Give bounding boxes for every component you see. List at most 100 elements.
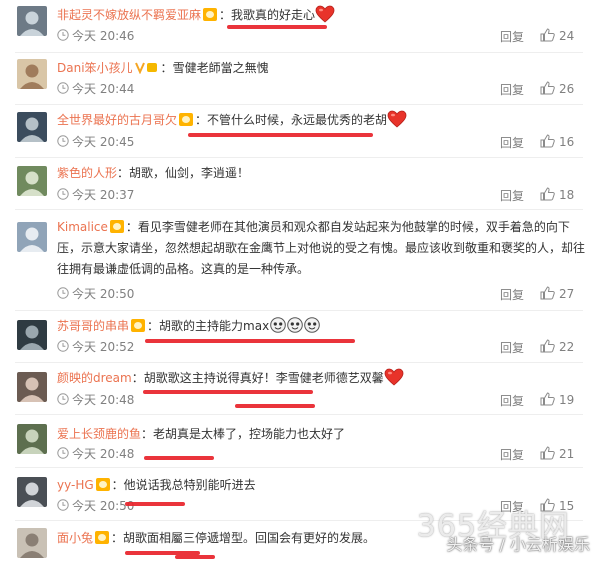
like-button[interactable]: 21 [540,446,574,461]
avatar[interactable] [17,166,47,196]
comment-text: 胡歌的主持能力max [159,319,270,333]
reply-button[interactable]: 回复 [500,134,524,151]
username-link[interactable]: Kimalice [57,220,108,234]
avatar[interactable] [17,528,47,558]
comment-line: yy-HG ：他说话我总特别能听进去 [57,475,586,495]
reply-button[interactable]: 回复 [500,498,524,515]
like-count: 27 [559,287,575,301]
thumbs-up-icon [540,28,555,42]
thumbs-up-icon [540,81,555,95]
username-link[interactable]: 爱上长颈鹿的鱼 [57,427,141,441]
colon-separator: ： [125,220,138,234]
comment-meta: 今天 20:52 [57,339,134,355]
colon-separator: ： [195,113,208,127]
thumbs-up-icon [540,498,555,512]
comment-text: 老胡真是太棒了，控场能力也太好了 [153,427,346,441]
avatar[interactable] [17,222,47,252]
clock-icon [57,447,69,459]
vip-badge-icon[interactable] [203,8,218,21]
comment-text: 雪健老師當之無愧 [172,61,269,75]
thumbs-up-icon [540,286,555,300]
vip-badge-icon[interactable] [95,478,110,491]
username-link[interactable]: Dani笨小孩儿 [57,61,133,75]
comment-text: 胡歌面相屬三停遞增型。回国会有更好的发展。 [123,531,376,545]
reply-button[interactable]: 回复 [500,28,524,45]
like-count: 26 [559,82,575,96]
vip-badge-icon[interactable] [95,531,110,544]
heart-emoji-icon [384,368,404,386]
avatar[interactable] [17,372,47,402]
like-button[interactable]: 27 [540,286,574,301]
colon-separator: ： [160,61,173,75]
avatar[interactable] [17,6,47,36]
clock-icon [57,287,69,299]
comment-line: Kimalice ：看见李雪健老师在其他演员和观众都自发站起来为他鼓掌的时候，双手… [57,217,586,280]
like-button[interactable]: 16 [540,134,574,149]
vip-badge-icon[interactable] [131,319,146,332]
comment-meta: 今天 20:45 [57,134,134,150]
reply-button[interactable]: 回复 [500,446,524,463]
like-button[interactable]: 18 [540,187,574,202]
like-button[interactable]: 15 [540,498,574,513]
avatar-image [17,372,47,402]
like-count: 24 [559,29,575,43]
reply-button[interactable]: 回复 [500,286,524,303]
colon-separator: ： [117,166,130,180]
reply-button[interactable]: 回复 [500,81,524,98]
red-highlight-underline [125,502,185,506]
clock-icon [57,393,69,405]
colon-separator: ： [111,531,124,545]
avatar-image [17,222,47,252]
clock-icon [57,340,69,352]
like-button[interactable]: 24 [540,28,574,43]
like-button[interactable]: 22 [540,339,574,354]
comment-divider [15,467,583,468]
clock-icon [57,135,69,147]
red-highlight-underline [235,404,315,408]
comment-divider [15,157,583,158]
avatar-image [17,424,47,454]
avatar[interactable] [17,424,47,454]
username-link[interactable]: 面小兔 [57,531,93,545]
colon-separator: ： [141,427,154,441]
like-count: 19 [559,393,575,407]
comment-text: 他说话我总特别能听进去 [123,478,256,492]
comment-line: 颜映的dream：胡歌歌这主持说得真好！李雪健老师德艺双馨 [57,368,586,388]
comment-divider [15,310,583,311]
red-highlight-underline [188,133,373,137]
laughing-face-emoji-icon [270,317,286,333]
avatar-image [17,59,47,89]
username-link[interactable]: 紫色的人形 [57,166,117,180]
username-link[interactable]: 非起灵不嫁放纵不羁爱亚麻 [57,8,201,22]
thumbs-up-icon [540,446,555,460]
avatar[interactable] [17,477,47,507]
timestamp: 今天 20:44 [72,82,135,96]
verified-badge-icon[interactable] [134,60,159,75]
comment-line: Dani笨小孩儿 ：雪健老師當之無愧 [57,58,586,78]
avatar-image [17,112,47,142]
comment-divider [15,209,583,210]
avatar[interactable] [17,320,47,350]
vip-badge-icon[interactable] [109,220,124,233]
reply-button[interactable]: 回复 [500,339,524,356]
reply-button[interactable]: 回复 [500,187,524,204]
comment-meta: 今天 20:48 [57,446,134,462]
like-button[interactable]: 26 [540,81,574,96]
username-link[interactable]: yy-HG [57,478,94,492]
username-link[interactable]: 苏哥哥的串串 [57,319,129,333]
avatar[interactable] [17,59,47,89]
reply-button[interactable]: 回复 [500,392,524,409]
like-button[interactable]: 19 [540,392,574,407]
like-count: 21 [559,447,575,461]
vip-badge-icon[interactable] [179,113,194,126]
comment-line: 面小兔 ：胡歌面相屬三停遞增型。回国会有更好的发展。 [57,528,586,548]
username-link[interactable]: 颜映的dream [57,371,132,385]
comment-feed: 非起灵不嫁放纵不羁爱亚麻 ：我歌真的好走心 今天 20:46 回复 24 Dani笨小孩儿… [0,0,598,563]
timestamp: 今天 20:50 [72,287,135,301]
colon-separator: ： [131,371,144,385]
avatar-image [17,477,47,507]
avatar[interactable] [17,112,47,142]
clock-icon [57,188,69,200]
comment-line: 非起灵不嫁放纵不羁爱亚麻 ：我歌真的好走心 [57,5,586,25]
username-link[interactable]: 全世界最好的古月哥欠 [57,113,177,127]
